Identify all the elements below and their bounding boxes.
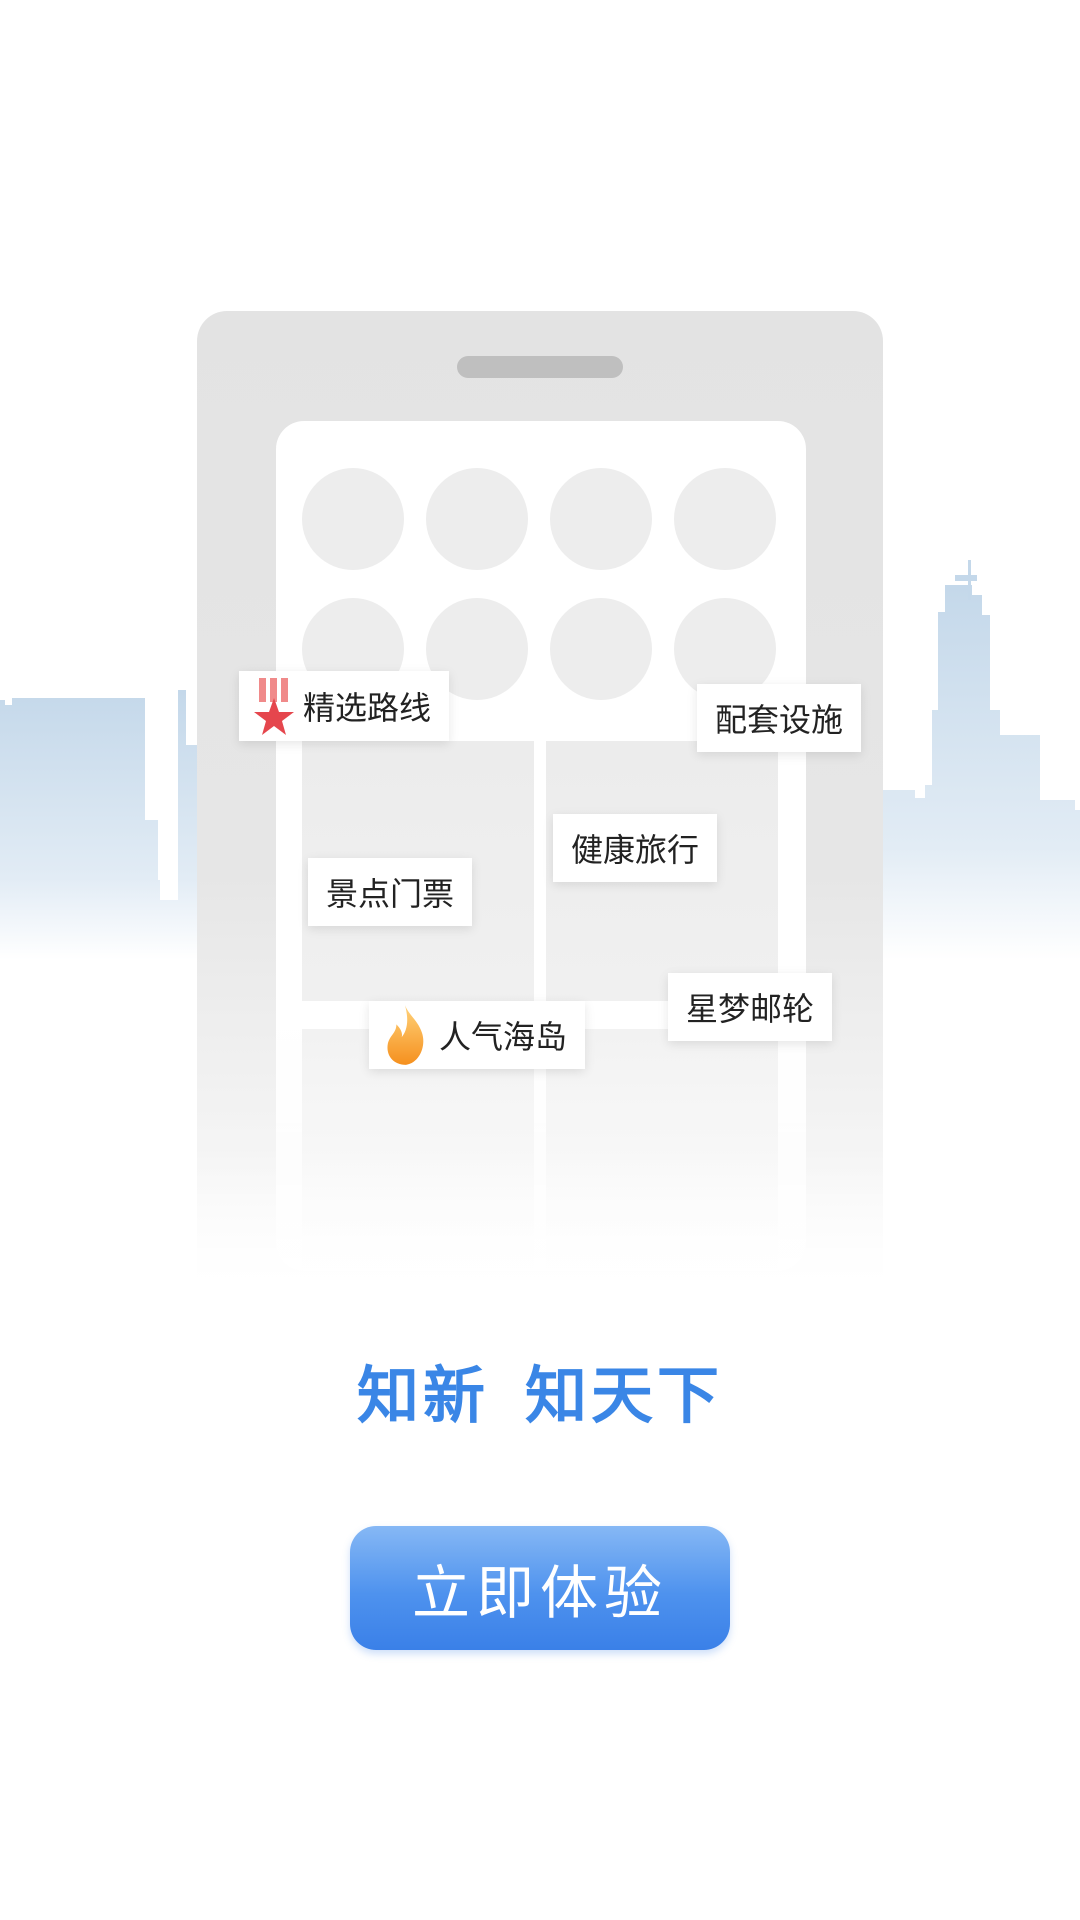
phone-screen [276,421,806,1271]
tag-featured-routes[interactable]: 精选路线 [239,671,450,741]
tag-label: 健康旅行 [571,831,700,869]
slogan-part-2: 知天下 [525,1359,724,1432]
placeholder-icon [302,468,404,570]
placeholder-icon [426,468,528,570]
bottom-fade [150,1150,930,1350]
tag-label: 配套设施 [715,701,844,739]
tag-cruise[interactable]: 星梦邮轮 [668,973,833,1041]
tag-label: 精选路线 [303,689,432,727]
splash-screen: 精选路线 配套设施 健康旅行 景点门票 人气海岛 星梦邮轮 知新 知天下 立即体验 [0,0,1080,1920]
medal-star-icon [254,678,294,735]
phone-speaker [457,356,623,378]
tag-tickets[interactable]: 景点门票 [308,858,473,926]
start-experience-button[interactable]: 立即体验 [350,1526,730,1650]
tag-popular-islands[interactable]: 人气海岛 [369,1001,586,1069]
tag-label: 星梦邮轮 [686,990,815,1028]
placeholder-icon [674,468,776,570]
tag-facilities[interactable]: 配套设施 [697,684,862,752]
slogan-part-1: 知新 [356,1359,489,1432]
tag-label: 景点门票 [326,875,455,913]
placeholder-icon [550,468,652,570]
flame-icon [387,1005,424,1065]
tag-label: 人气海岛 [439,1018,568,1056]
placeholder-icon [550,598,652,700]
tag-health-travel[interactable]: 健康旅行 [553,814,718,882]
slogan: 知新 知天下 [0,1345,1080,1435]
